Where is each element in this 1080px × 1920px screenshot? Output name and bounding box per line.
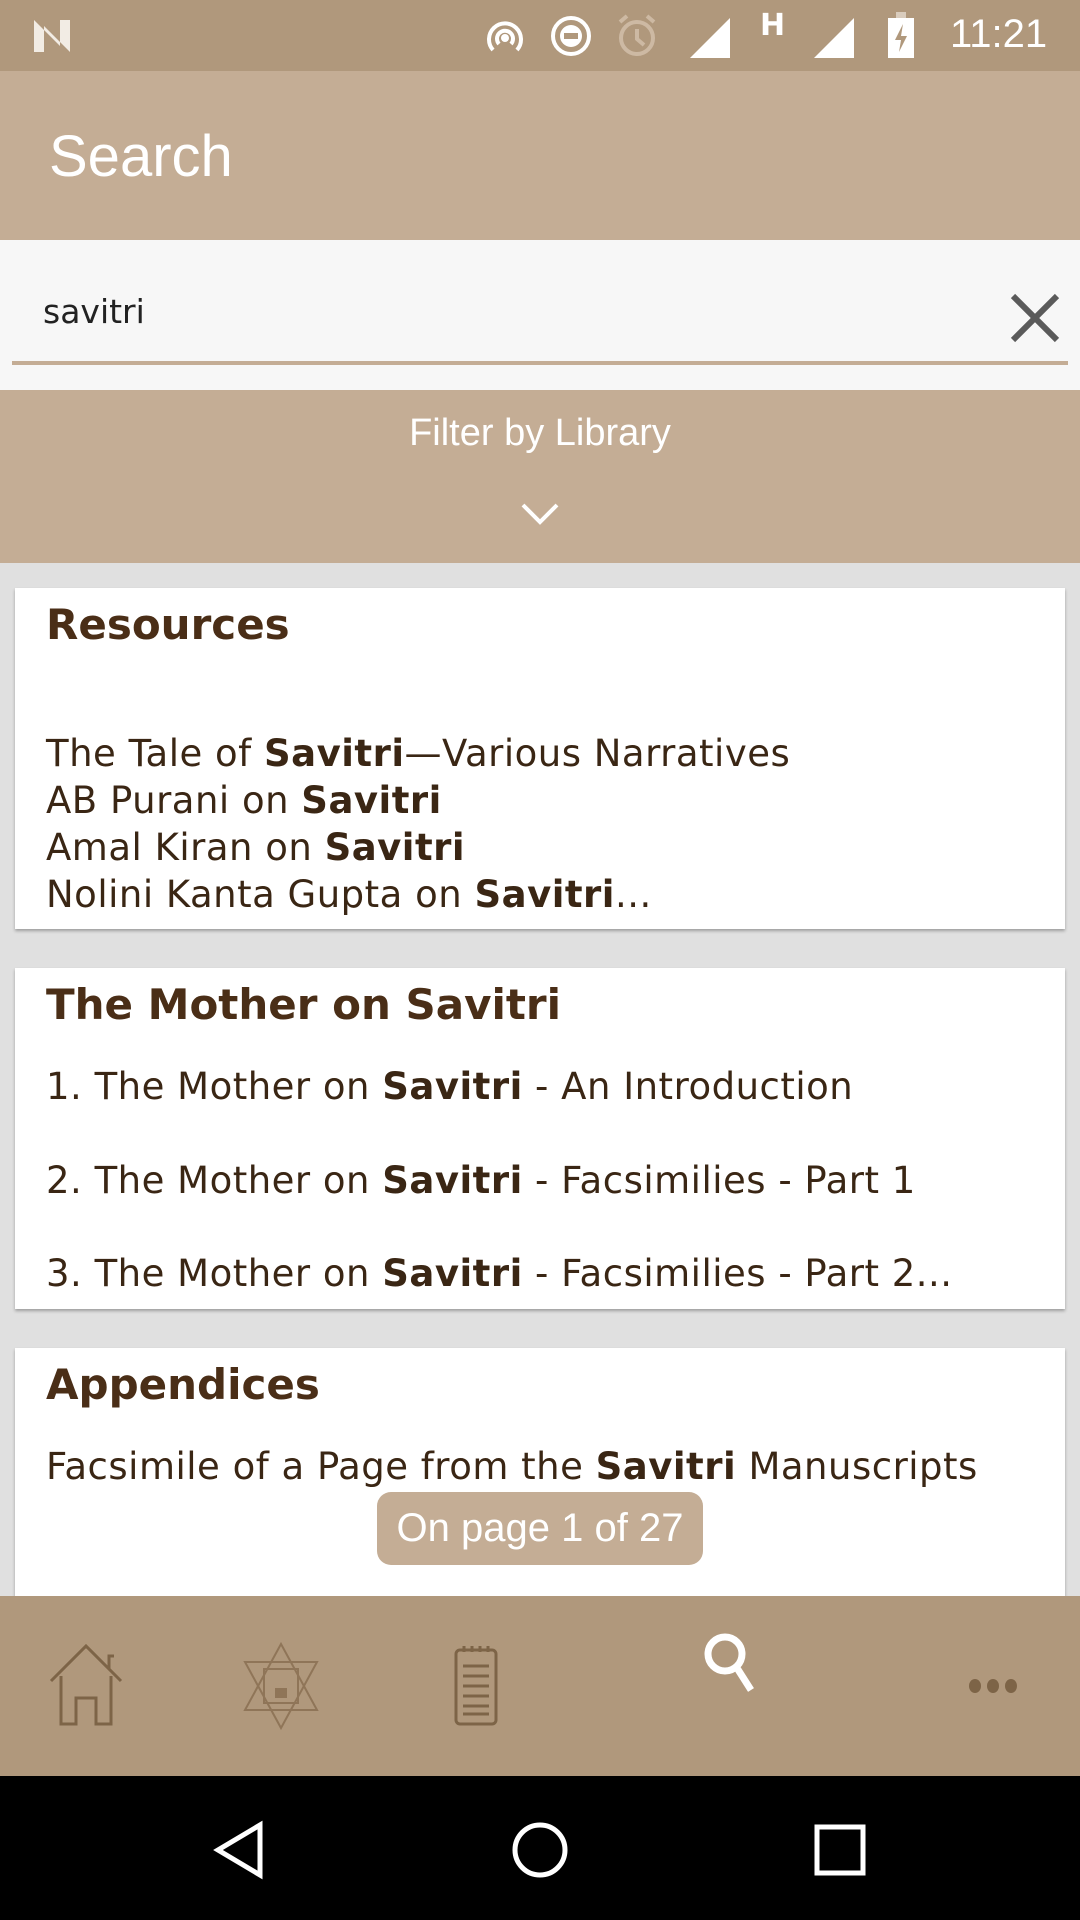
result-link[interactable]: 2. The Mother on Savitri - Facsimilies -…: [46, 1159, 916, 1202]
result-link[interactable]: Nolini Kanta Gupta on Savitri...: [46, 873, 652, 916]
hotspot-icon: [487, 21, 523, 52]
input-underline: [12, 361, 1068, 365]
card-title: Appendices: [46, 1360, 320, 1409]
home-icon[interactable]: [36, 1636, 136, 1736]
close-icon[interactable]: [1005, 288, 1065, 348]
chevron-down-icon[interactable]: [520, 502, 560, 526]
result-link[interactable]: Amal Kiran on Savitri: [46, 826, 465, 869]
system-nav-bar: [0, 1776, 1080, 1920]
result-link[interactable]: The Tale of Savitri—Various Narratives: [46, 732, 790, 775]
card-title: Resources: [46, 600, 290, 649]
signal-icon: [690, 18, 730, 58]
more-icon[interactable]: [943, 1636, 1043, 1736]
filter-by-library[interactable]: Filter by Library: [0, 390, 1080, 563]
result-card[interactable]: Resources The Tale of Savitri—Various Na…: [15, 588, 1065, 929]
star-emblem-icon[interactable]: [231, 1636, 331, 1736]
network-type: H: [760, 8, 786, 43]
status-bar: H 11:21: [0, 0, 1080, 71]
battery-charging-icon: [888, 12, 914, 58]
signal-icon: [814, 18, 854, 58]
result-card[interactable]: Appendices Facsimile of a Page from the …: [15, 1348, 1065, 1608]
app-bar: Search: [0, 71, 1080, 240]
n-logo-icon: [34, 20, 70, 52]
alarm-icon: [618, 14, 656, 56]
result-card[interactable]: The Mother on Savitri 1. The Mother on S…: [15, 968, 1065, 1309]
search-bar: [0, 240, 1080, 390]
do-not-disturb-icon: [551, 16, 591, 56]
home-button-icon[interactable]: [510, 1820, 570, 1880]
bottom-nav: [0, 1596, 1080, 1776]
result-link[interactable]: 3. The Mother on Savitri - Facsimilies -…: [46, 1252, 953, 1295]
recents-icon[interactable]: [814, 1824, 866, 1876]
search-icon[interactable]: [683, 1614, 783, 1714]
result-link[interactable]: 1. The Mother on Savitri - An Introducti…: [46, 1065, 853, 1108]
page-title: Search: [49, 124, 233, 189]
notepad-icon[interactable]: [426, 1636, 526, 1736]
card-title: The Mother on Savitri: [46, 980, 562, 1029]
filter-label: Filter by Library: [409, 412, 671, 454]
result-link[interactable]: Facsimile of a Page from the Savitri Man…: [46, 1445, 978, 1488]
page-indicator: On page 1 of 27: [377, 1492, 703, 1565]
result-link[interactable]: AB Purani on Savitri: [46, 779, 442, 822]
search-input[interactable]: [43, 292, 983, 331]
clock: 11:21: [950, 12, 1048, 56]
back-icon[interactable]: [210, 1820, 266, 1880]
